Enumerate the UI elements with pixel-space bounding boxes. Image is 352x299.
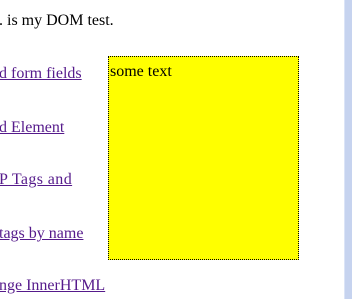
link-element[interactable]: d Element [0, 119, 64, 136]
link-row-innerhtml: nge InnerHTML [0, 277, 105, 295]
link-row-form-fields: d form fields [0, 65, 82, 83]
link-row-element: d Element [0, 119, 64, 137]
page-content: . is my DOM test. d form fields d Elemen… [0, 0, 345, 299]
link-tags-by-name[interactable]: tags by name [0, 225, 83, 242]
link-p-tags[interactable]: P Tags and [0, 171, 72, 188]
link-row-p-tags: P Tags and [0, 171, 72, 189]
link-form-fields[interactable]: d form fields [0, 65, 82, 82]
vertical-scrollbar[interactable] [344, 0, 352, 299]
intro-text: . is my DOM test. [0, 12, 114, 29]
yellow-overlay-box[interactable]: some text [108, 56, 299, 260]
overlay-text: some text [110, 63, 172, 80]
link-change-innerhtml[interactable]: nge InnerHTML [0, 277, 105, 294]
